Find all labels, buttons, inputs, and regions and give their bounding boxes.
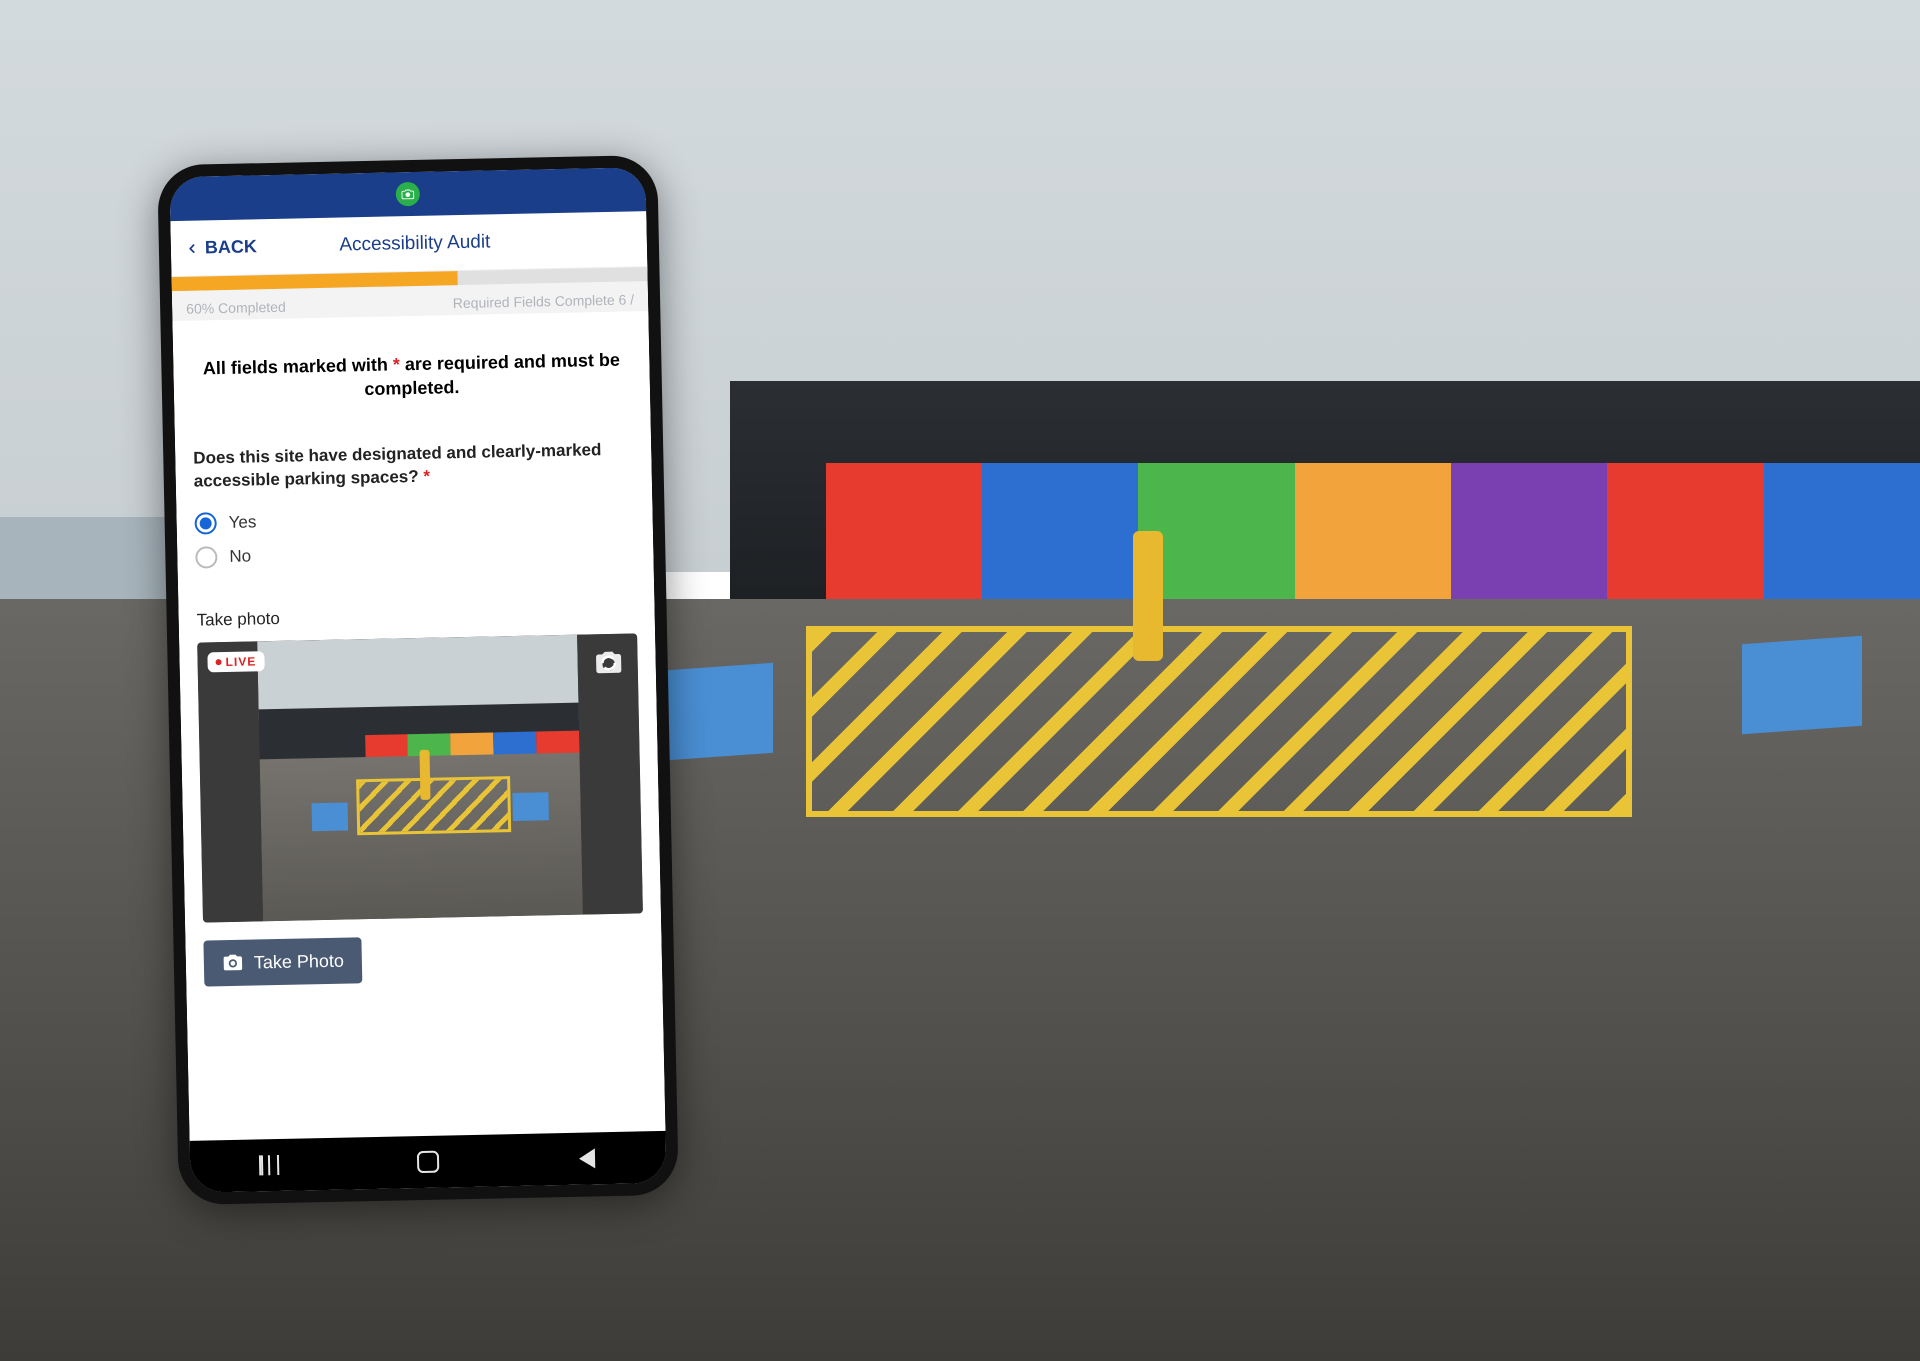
form-content[interactable]: All fields marked with * are required an… bbox=[172, 311, 665, 1141]
camera-live-preview[interactable]: LIVE bbox=[197, 634, 643, 923]
back-button[interactable]: BACK bbox=[185, 236, 257, 259]
flip-camera-button[interactable] bbox=[593, 648, 624, 684]
camera-icon bbox=[222, 952, 244, 974]
page-title: Accessibility Audit bbox=[257, 228, 633, 258]
radio-label: No bbox=[229, 547, 251, 567]
take-photo-label: Take photo bbox=[197, 602, 637, 631]
android-nav-bar bbox=[190, 1131, 667, 1193]
back-label: BACK bbox=[205, 236, 257, 258]
android-recent-button[interactable] bbox=[239, 1145, 300, 1186]
instruction-post: are required and must be completed. bbox=[364, 350, 620, 400]
question-text: Does this site have designated and clear… bbox=[193, 440, 601, 490]
live-badge-text: LIVE bbox=[225, 655, 256, 670]
take-photo-button[interactable]: Take Photo bbox=[203, 938, 362, 987]
phone-device-frame: BACK Accessibility Audit 60% Completed R… bbox=[157, 155, 679, 1205]
instruction-pre: All fields marked with bbox=[203, 354, 393, 378]
android-back-button[interactable] bbox=[556, 1138, 617, 1179]
preview-scene bbox=[257, 635, 583, 922]
camera-active-icon bbox=[396, 182, 420, 206]
question-label: Does this site have designated and clear… bbox=[193, 438, 634, 493]
live-badge: LIVE bbox=[207, 652, 264, 673]
take-photo-label: Take Photo bbox=[254, 951, 344, 974]
required-star: * bbox=[423, 466, 430, 485]
progress-percent-label: 60% Completed bbox=[186, 299, 286, 317]
progress-required-label: Required Fields Complete 6 / bbox=[453, 291, 635, 311]
android-home-button[interactable] bbox=[398, 1141, 459, 1182]
app-header: BACK Accessibility Audit bbox=[170, 211, 647, 277]
radio-indicator bbox=[195, 547, 217, 569]
required-instruction: All fields marked with * are required an… bbox=[191, 347, 632, 405]
flip-camera-icon bbox=[593, 648, 624, 679]
chevron-left-icon bbox=[185, 241, 199, 255]
radio-indicator bbox=[194, 513, 216, 535]
radio-label: Yes bbox=[228, 513, 256, 534]
